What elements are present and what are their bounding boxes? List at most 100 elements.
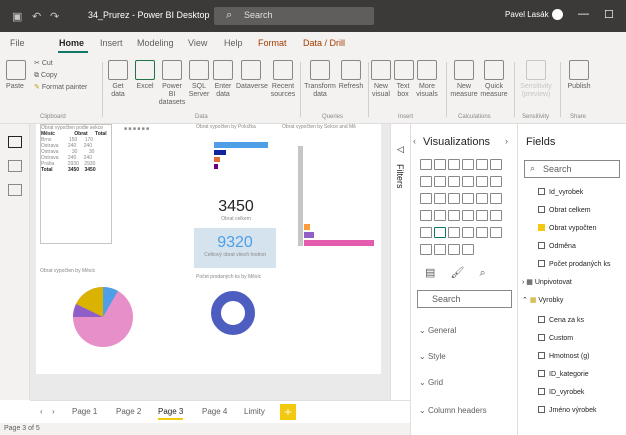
checkbox[interactable]	[538, 316, 545, 323]
page-tab[interactable]: Page 4	[202, 407, 227, 416]
decomposition-tree-icon[interactable]	[420, 244, 432, 255]
add-page-button[interactable]: +	[280, 404, 296, 420]
checkbox[interactable]	[538, 406, 545, 413]
100-bar-icon[interactable]	[476, 159, 488, 170]
publish-button[interactable]: Publish	[566, 60, 592, 91]
donut-chart-visual[interactable]: Počet prodaných ks by Měsíc	[196, 274, 286, 374]
checkbox-checked[interactable]	[538, 224, 545, 231]
tab-insert[interactable]: Insert	[100, 38, 123, 48]
checkbox[interactable]	[538, 352, 545, 359]
tab-help[interactable]: Help	[224, 38, 243, 48]
field-item[interactable]: Hmotnost (g)	[538, 352, 589, 364]
field-item[interactable]: Obrat vypočten	[538, 224, 596, 236]
smart-narrative-icon[interactable]	[448, 244, 460, 255]
power-bi-datasets-button[interactable]: Power BI datasets	[158, 60, 186, 107]
format-tab-icon[interactable]: 🖌	[450, 267, 464, 279]
treemap-icon[interactable]	[476, 193, 488, 204]
scatter-icon[interactable]	[434, 193, 446, 204]
sql-server-button[interactable]: SQL Server	[188, 60, 210, 99]
area-chart-icon[interactable]	[434, 176, 446, 187]
page-tab-active[interactable]: Page 3	[158, 407, 184, 420]
new-visual-button[interactable]: New visual	[370, 60, 392, 99]
undo-icon[interactable]: ↶	[32, 10, 41, 23]
table-visual[interactable]: Obrat vypočten podle sekce Měsíc Obrat T…	[40, 124, 112, 244]
collapse-right-icon[interactable]: ›	[505, 136, 508, 146]
slicer-visual[interactable]: ■ ■ ■ ■ ■ ■	[124, 126, 164, 216]
transform-data-button[interactable]: Transform data	[302, 60, 338, 99]
paste-button[interactable]: Paste	[6, 60, 26, 91]
line-column-icon[interactable]	[462, 176, 474, 187]
data-view-icon[interactable]	[8, 160, 22, 172]
copy-button[interactable]: ⧉ Copy	[34, 72, 57, 80]
refresh-button[interactable]: Refresh	[338, 60, 364, 91]
next-page-icon[interactable]: ›	[52, 407, 55, 416]
checkbox[interactable]	[538, 334, 545, 341]
excel-button[interactable]: Excel	[134, 60, 156, 91]
map-icon[interactable]	[490, 193, 502, 204]
more-icon[interactable]	[462, 244, 474, 255]
pie-icon[interactable]	[448, 193, 460, 204]
format-painter-button[interactable]: ✎ Format painter	[34, 84, 87, 92]
report-page[interactable]: Obrat vypočten podle sekce Měsíc Obrat T…	[36, 124, 381, 374]
get-data-button[interactable]: Get data	[106, 60, 130, 99]
fields-search-input[interactable]: ⌕ Search	[524, 160, 620, 178]
clustered-bar-icon[interactable]	[448, 159, 460, 170]
tab-home[interactable]: Home	[59, 38, 84, 48]
matrix-icon[interactable]	[448, 227, 460, 238]
tab-view[interactable]: View	[188, 38, 207, 48]
section-column-headers[interactable]: ⌄ Column headers	[419, 406, 487, 415]
field-item[interactable]: ID_kategorie	[538, 370, 589, 382]
stacked-area-icon[interactable]	[448, 176, 460, 187]
text-box-button[interactable]: Text box	[394, 60, 414, 99]
key-influencers-icon[interactable]	[490, 227, 502, 238]
tab-file[interactable]: File	[10, 38, 25, 48]
page-tab[interactable]: Page 1	[72, 407, 97, 416]
checkbox[interactable]	[538, 188, 545, 195]
kpi-icon[interactable]	[490, 210, 502, 221]
minimize-icon[interactable]: —	[578, 8, 589, 20]
checkbox[interactable]	[538, 206, 545, 213]
clustered-column-icon[interactable]	[462, 159, 474, 170]
save-icon[interactable]: ▣	[12, 10, 22, 23]
expand-icon[interactable]: ◁	[397, 144, 404, 155]
funnel-icon[interactable]	[420, 193, 432, 204]
100-column-icon[interactable]	[490, 159, 502, 170]
python-visual-icon[interactable]	[476, 227, 488, 238]
qa-icon[interactable]	[434, 244, 446, 255]
more-visuals-button[interactable]: More visuals	[414, 60, 440, 99]
page-tab[interactable]: Page 2	[116, 407, 141, 416]
checkbox[interactable]	[538, 370, 545, 377]
prev-page-icon[interactable]: ‹	[40, 407, 43, 416]
table-node[interactable]: › ▦ Unpivotovat	[522, 278, 572, 290]
tab-format[interactable]: Format	[258, 38, 287, 48]
multirow-card-icon[interactable]	[476, 210, 488, 221]
new-measure-button[interactable]: New measure	[450, 60, 478, 99]
field-item[interactable]: Custom	[538, 334, 573, 346]
filled-map-icon[interactable]	[420, 210, 432, 221]
search-input[interactable]: ⌕ Search	[214, 7, 374, 25]
redo-icon[interactable]: ↷	[50, 10, 59, 23]
dataverse-button[interactable]: Dataverse	[236, 60, 268, 91]
stacked-chart-visual[interactable]: Obrat vypočten by Sekce and Mě	[282, 124, 377, 284]
collapse-left-icon[interactable]: ‹	[413, 136, 416, 146]
checkbox[interactable]	[538, 260, 545, 267]
avatar[interactable]	[552, 9, 563, 20]
slicer-icon[interactable]	[420, 227, 432, 238]
filters-pane-collapsed[interactable]: ◁ Filters	[390, 124, 410, 400]
model-view-icon[interactable]	[8, 184, 22, 196]
field-item[interactable]: ID_vyrobek	[538, 388, 584, 400]
pie-chart-visual[interactable]: Obrat vypočten by Měsíc	[40, 268, 190, 368]
line-chart-icon[interactable]	[420, 176, 432, 187]
table-icon[interactable]	[434, 227, 446, 238]
page-tab[interactable]: Limity	[244, 407, 265, 416]
fields-tab-icon[interactable]: ▤	[425, 267, 435, 279]
tab-data-drill[interactable]: Data / Drill	[303, 38, 345, 48]
quick-measure-button[interactable]: Quick measure	[480, 60, 508, 99]
field-item[interactable]: Jméno výrobek	[538, 406, 596, 418]
gauge-icon[interactable]	[448, 210, 460, 221]
report-view-icon[interactable]	[8, 136, 22, 148]
section-grid[interactable]: ⌄ Grid	[419, 378, 443, 387]
section-general[interactable]: ⌄ General	[419, 326, 456, 335]
field-item[interactable]: Obrat celkem	[538, 206, 591, 218]
maximize-icon[interactable]: ☐	[604, 8, 614, 21]
